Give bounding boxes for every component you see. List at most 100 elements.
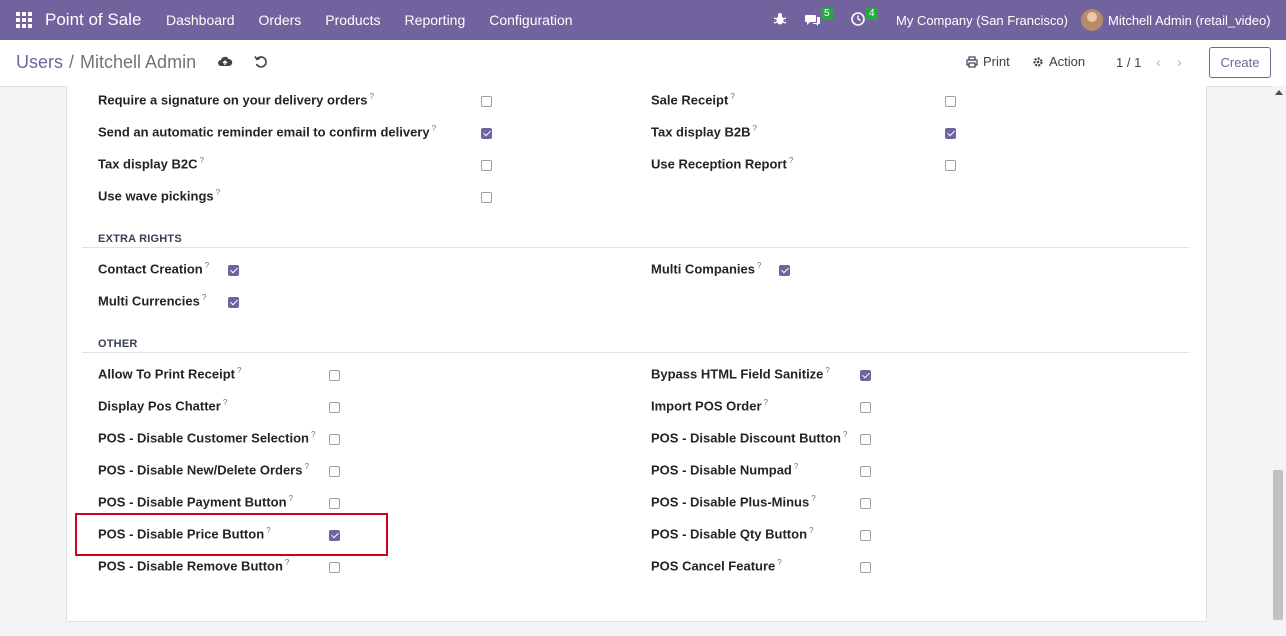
checkbox-use-reception-report[interactable] <box>945 160 956 171</box>
bug-icon[interactable] <box>773 12 787 26</box>
checkbox-pos-disable-qty-button[interactable] <box>860 530 871 541</box>
checkbox-require-a-signature-on-your-delivery-orders[interactable] <box>481 96 492 107</box>
avatar[interactable] <box>1081 9 1103 31</box>
setting-label-tax-display-b2c: Tax display B2C? <box>98 156 204 171</box>
checkbox-pos-disable-discount-button[interactable] <box>860 434 871 445</box>
scroll-up-arrow-icon[interactable] <box>1275 90 1283 95</box>
menu-item-products[interactable]: Products <box>325 12 380 28</box>
menu-item-orders[interactable]: Orders <box>259 12 302 28</box>
help-tooltip-icon[interactable]: ? <box>237 366 241 375</box>
checkbox-pos-disable-payment-button[interactable] <box>329 498 340 509</box>
chevron-right-icon[interactable]: › <box>1177 54 1182 70</box>
user-menu[interactable]: Mitchell Admin (retail_video) <box>1108 13 1271 28</box>
help-tooltip-icon[interactable]: ? <box>369 92 373 101</box>
setting-label-text: Require a signature on your delivery ord… <box>98 92 368 108</box>
help-tooltip-icon[interactable]: ? <box>432 124 436 133</box>
help-tooltip-icon[interactable]: ? <box>843 430 847 439</box>
setting-label-text: Multi Currencies <box>98 293 200 309</box>
help-tooltip-icon[interactable]: ? <box>199 156 203 165</box>
setting-label-use-reception-report: Use Reception Report? <box>651 156 793 171</box>
setting-label-text: POS - Disable Payment Button <box>98 494 287 510</box>
scrollbar-thumb[interactable] <box>1273 470 1283 620</box>
setting-label-multi-companies: Multi Companies? <box>651 261 761 276</box>
top-navbar: Point of Sale Dashboard Orders Products … <box>0 0 1286 40</box>
action-button[interactable]: Action <box>1032 54 1085 69</box>
help-tooltip-icon[interactable]: ? <box>777 558 781 567</box>
setting-label-tax-display-b2b: Tax display B2B? <box>651 124 757 139</box>
setting-label-contact-creation: Contact Creation? <box>98 261 209 276</box>
help-tooltip-icon[interactable]: ? <box>752 124 756 133</box>
checkbox-multi-currencies[interactable] <box>228 297 239 308</box>
setting-label-require-a-signature-on-your-delivery-orders: Require a signature on your delivery ord… <box>98 92 374 107</box>
create-button[interactable]: Create <box>1209 47 1271 78</box>
help-tooltip-icon[interactable]: ? <box>825 366 829 375</box>
menu-item-reporting[interactable]: Reporting <box>405 12 466 28</box>
checkbox-pos-disable-remove-button[interactable] <box>329 562 340 573</box>
checkbox-pos-disable-new-delete-orders[interactable] <box>329 466 340 477</box>
checkbox-pos-disable-customer-selection[interactable] <box>329 434 340 445</box>
help-tooltip-icon[interactable]: ? <box>789 156 793 165</box>
company-switcher[interactable]: My Company (San Francisco) <box>896 13 1068 28</box>
cloud-upload-icon[interactable] <box>217 55 233 69</box>
undo-icon[interactable] <box>254 55 268 69</box>
checkbox-contact-creation[interactable] <box>228 265 239 276</box>
print-icon <box>966 55 978 68</box>
setting-label-allow-to-print-receipt: Allow To Print Receipt? <box>98 366 241 381</box>
help-tooltip-icon[interactable]: ? <box>304 462 308 471</box>
chat-icon[interactable] <box>805 13 821 27</box>
checkbox-import-pos-order[interactable] <box>860 402 871 413</box>
help-tooltip-icon[interactable]: ? <box>311 430 315 439</box>
checkbox-tax-display-b2b[interactable] <box>945 128 956 139</box>
clock-icon[interactable] <box>851 12 865 26</box>
section-title-other: OTHER <box>98 338 138 350</box>
help-tooltip-icon[interactable]: ? <box>794 462 798 471</box>
main-menu: Dashboard Orders Products Reporting Conf… <box>166 12 597 28</box>
help-tooltip-icon[interactable]: ? <box>202 293 206 302</box>
breadcrumb-current: Mitchell Admin <box>80 52 197 72</box>
checkbox-pos-disable-plus-minus[interactable] <box>860 498 871 509</box>
setting-label-bypass-html-field-sanitize: Bypass HTML Field Sanitize? <box>651 366 830 381</box>
chevron-left-icon[interactable]: ‹ <box>1156 54 1161 70</box>
chat-count-badge: 5 <box>821 8 833 20</box>
menu-item-configuration[interactable]: Configuration <box>489 12 572 28</box>
setting-label-text: Use wave pickings <box>98 188 214 204</box>
checkbox-pos-cancel-feature[interactable] <box>860 562 871 573</box>
checkbox-allow-to-print-receipt[interactable] <box>329 370 340 381</box>
help-tooltip-icon[interactable]: ? <box>216 188 220 197</box>
pager-value[interactable]: 1 / 1 <box>1116 55 1141 70</box>
help-tooltip-icon[interactable]: ? <box>730 92 734 101</box>
setting-label-pos-disable-discount-button: POS - Disable Discount Button? <box>651 430 847 445</box>
setting-label-text: Use Reception Report <box>651 156 787 172</box>
setting-label-send-an-automatic-reminder-email-to-confirm-delivery: Send an automatic reminder email to conf… <box>98 124 436 139</box>
help-tooltip-icon[interactable]: ? <box>223 398 227 407</box>
checkbox-bypass-html-field-sanitize[interactable] <box>860 370 871 381</box>
checkbox-tax-display-b2c[interactable] <box>481 160 492 171</box>
breadcrumb-parent[interactable]: Users <box>16 52 63 72</box>
setting-label-text: Bypass HTML Field Sanitize <box>651 366 824 382</box>
setting-label-pos-disable-plus-minus: POS - Disable Plus-Minus? <box>651 494 816 509</box>
setting-label-multi-currencies: Multi Currencies? <box>98 293 206 308</box>
checkbox-pos-disable-numpad[interactable] <box>860 466 871 477</box>
checkbox-send-an-automatic-reminder-email-to-confirm-delivery[interactable] <box>481 128 492 139</box>
menu-item-dashboard[interactable]: Dashboard <box>166 12 235 28</box>
print-button[interactable]: Print <box>966 54 1010 69</box>
app-name[interactable]: Point of Sale <box>45 10 141 30</box>
checkbox-use-wave-pickings[interactable] <box>481 192 492 203</box>
help-tooltip-icon[interactable]: ? <box>809 526 813 535</box>
help-tooltip-icon[interactable]: ? <box>757 261 761 270</box>
help-tooltip-icon[interactable]: ? <box>289 494 293 503</box>
setting-label-text: POS - Disable Qty Button <box>651 526 808 542</box>
setting-label-pos-disable-remove-button: POS - Disable Remove Button? <box>98 558 289 573</box>
help-tooltip-icon[interactable]: ? <box>205 261 209 270</box>
help-tooltip-icon[interactable]: ? <box>764 398 768 407</box>
checkbox-display-pos-chatter[interactable] <box>329 402 340 413</box>
gear-icon <box>1033 56 1043 67</box>
help-tooltip-icon[interactable]: ? <box>285 558 289 567</box>
checkbox-sale-receipt[interactable] <box>945 96 956 107</box>
setting-label-text: Contact Creation <box>98 261 203 277</box>
checkbox-multi-companies[interactable] <box>779 265 790 276</box>
setting-label-text: POS - Disable Numpad <box>651 462 792 478</box>
apps-menu-icon[interactable] <box>16 12 32 28</box>
help-tooltip-icon[interactable]: ? <box>811 494 815 503</box>
setting-label-text: POS - Disable Plus-Minus <box>651 494 810 510</box>
